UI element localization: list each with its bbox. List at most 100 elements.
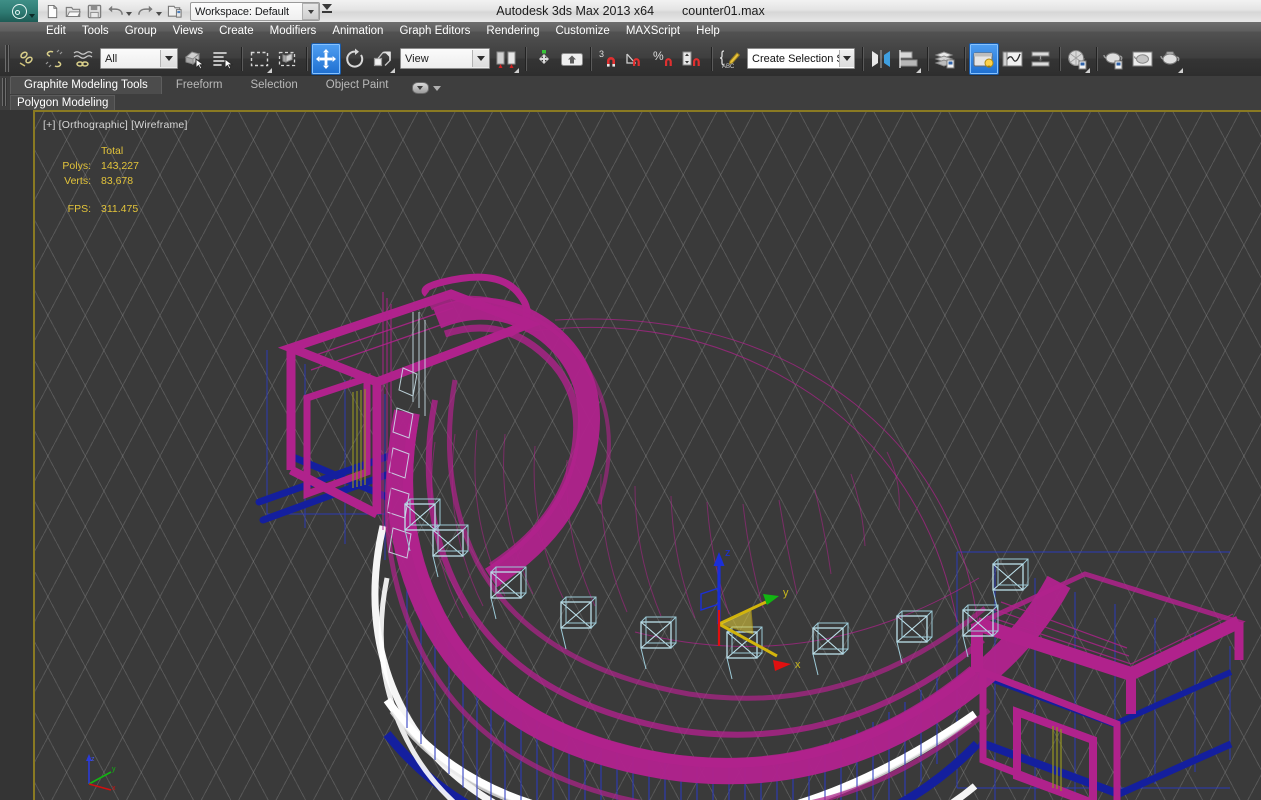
menu-bar: Edit Tools Group Views Create Modifiers … [0, 22, 1261, 42]
tab-freeform[interactable]: Freeform [162, 76, 237, 94]
render-setup-button[interactable] [1101, 44, 1129, 74]
select-and-manipulate-button[interactable] [530, 44, 558, 74]
keyboard-shortcut-override-button[interactable] [558, 44, 586, 74]
reference-coordinate-system-combo[interactable]: View [400, 48, 490, 69]
bind-to-space-warp-button[interactable] [69, 44, 97, 74]
flyout-arrow-icon[interactable] [267, 67, 272, 73]
named-selection-sets-value: Create Selection Se [752, 52, 839, 65]
new-file-button[interactable] [42, 2, 62, 21]
ribbon-overflow-button[interactable] [402, 82, 442, 94]
mirror-button[interactable] [867, 44, 895, 74]
stats-verts-label: Verts: [64, 175, 91, 187]
tripod-z-label: z [91, 756, 95, 763]
ribbon-grip[interactable] [2, 78, 7, 106]
viewport-area: z y x [+] [Orthographic] [Wireframe] Tot… [0, 110, 1261, 800]
undo-dropdown-icon[interactable] [126, 12, 132, 16]
viewport-label[interactable]: [+] [Orthographic] [Wireframe] [43, 119, 188, 131]
workspace-dropdown-button[interactable] [302, 3, 319, 20]
undo-button[interactable] [105, 2, 125, 21]
quick-access-toolbar [42, 1, 185, 21]
toolbar-separator [241, 46, 242, 71]
save-file-button[interactable] [84, 2, 104, 21]
menu-item-group[interactable]: Group [117, 22, 165, 41]
menu-item-edit[interactable]: Edit [38, 22, 74, 41]
toolbar-separator [927, 46, 928, 71]
rectangular-selection-region-button[interactable] [246, 44, 274, 74]
menu-item-customize[interactable]: Customize [547, 22, 617, 41]
toolbar-separator [525, 46, 526, 71]
menu-item-tools[interactable]: Tools [74, 22, 117, 41]
select-and-move-button[interactable] [311, 42, 341, 75]
app-logo-button[interactable] [0, 0, 38, 22]
ribbon-panel-polygon-modeling[interactable]: Polygon Modeling [10, 94, 116, 111]
rendered-frame-window-button[interactable] [1129, 44, 1157, 74]
chevron-down-icon[interactable] [29, 14, 35, 18]
unlink-selection-button[interactable] [41, 44, 69, 74]
select-and-link-button[interactable] [13, 44, 41, 74]
world-axis-tripod: z y x [86, 754, 116, 792]
chevron-down-icon[interactable] [839, 50, 854, 67]
selection-filter-value: All [105, 52, 118, 65]
toolbar-grip[interactable] [5, 45, 10, 72]
material-editor-button[interactable] [1064, 44, 1092, 74]
menu-item-maxscript[interactable]: MAXScript [618, 22, 688, 41]
select-and-rotate-button[interactable] [341, 44, 369, 74]
render-production-button[interactable] [1157, 44, 1185, 74]
redo-button[interactable] [135, 2, 155, 21]
menu-item-animation[interactable]: Animation [324, 22, 391, 41]
toolbar-separator [862, 46, 863, 71]
set-project-folder-button[interactable] [165, 2, 185, 21]
stats-verts-value: 83,678 [101, 175, 134, 187]
curve-editor-button[interactable] [999, 44, 1027, 74]
flyout-arrow-icon[interactable] [390, 67, 395, 73]
spinner-snap-toggle-button[interactable] [679, 44, 707, 74]
menu-item-views[interactable]: Views [165, 22, 211, 41]
redo-dropdown-icon[interactable] [156, 12, 162, 16]
menu-item-rendering[interactable]: Rendering [478, 22, 547, 41]
menu-item-help[interactable]: Help [688, 22, 728, 41]
workspace-selector[interactable]: Workspace: Default [190, 2, 320, 21]
chevron-down-icon [307, 9, 314, 14]
align-flyout-button[interactable] [895, 44, 923, 74]
toolbar-separator [711, 46, 712, 71]
reference-coordinate-value: View [405, 52, 429, 65]
workspace-menu-button[interactable] [322, 4, 332, 13]
select-and-scale-button[interactable] [369, 44, 397, 74]
chevron-down-icon[interactable] [160, 50, 177, 67]
toolbar-separator [1059, 46, 1060, 71]
3dsmax-application-window: Workspace: Default Autodesk 3ds Max 2013… [0, 0, 1261, 800]
snaps-toggle-button[interactable]: 3 [595, 44, 623, 74]
select-by-name-button[interactable] [209, 44, 237, 74]
active-viewport[interactable]: z y x [+] [Orthographic] [Wireframe] Tot… [33, 110, 1261, 800]
chevron-down-icon[interactable] [472, 50, 489, 67]
flyout-arrow-icon[interactable] [1085, 67, 1090, 73]
layer-manager-button[interactable] [932, 44, 960, 74]
menu-item-graph-editors[interactable]: Graph Editors [391, 22, 478, 41]
select-object-button[interactable] [181, 44, 209, 74]
tab-graphite-modeling-tools[interactable]: Graphite Modeling Tools [10, 76, 162, 94]
tab-object-paint[interactable]: Object Paint [312, 76, 403, 94]
stats-header-total: Total [101, 145, 124, 157]
flyout-arrow-icon[interactable] [514, 67, 519, 73]
tripod-y-label: y [112, 766, 116, 773]
toolbar-separator [306, 46, 307, 71]
edit-named-selection-sets-button[interactable]: ABC [716, 44, 744, 74]
viewport-statistics: Total Polys: 143,227 Verts: 83,678 FPS: … [47, 144, 143, 217]
chevron-down-icon [322, 4, 332, 10]
svg-text:y: y [783, 587, 789, 599]
menu-item-create[interactable]: Create [211, 22, 262, 41]
percent-snap-toggle-button[interactable]: % [651, 44, 679, 74]
menu-item-modifiers[interactable]: Modifiers [262, 22, 325, 41]
use-center-flyout-button[interactable] [493, 44, 521, 74]
named-selection-sets-combo[interactable]: Create Selection Se [747, 48, 855, 69]
open-file-button[interactable] [63, 2, 83, 21]
flyout-arrow-icon[interactable] [1178, 67, 1183, 73]
selection-filter-combo[interactable]: All [100, 48, 178, 69]
angle-snap-toggle-button[interactable] [623, 44, 651, 74]
tab-selection[interactable]: Selection [236, 76, 311, 94]
toggle-scene-explorer-button[interactable] [969, 42, 999, 75]
flyout-arrow-icon[interactable] [916, 67, 921, 73]
viewport-scene-wireframe[interactable]: z y x [35, 112, 1261, 800]
window-crossing-toggle-button[interactable] [274, 44, 302, 74]
schematic-view-button[interactable] [1027, 44, 1055, 74]
